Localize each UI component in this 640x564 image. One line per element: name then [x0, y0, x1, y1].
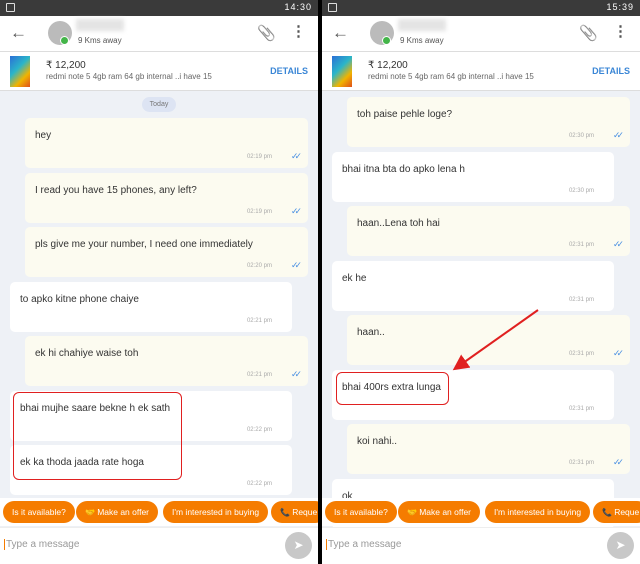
- annotation-arrow: [452, 309, 539, 371]
